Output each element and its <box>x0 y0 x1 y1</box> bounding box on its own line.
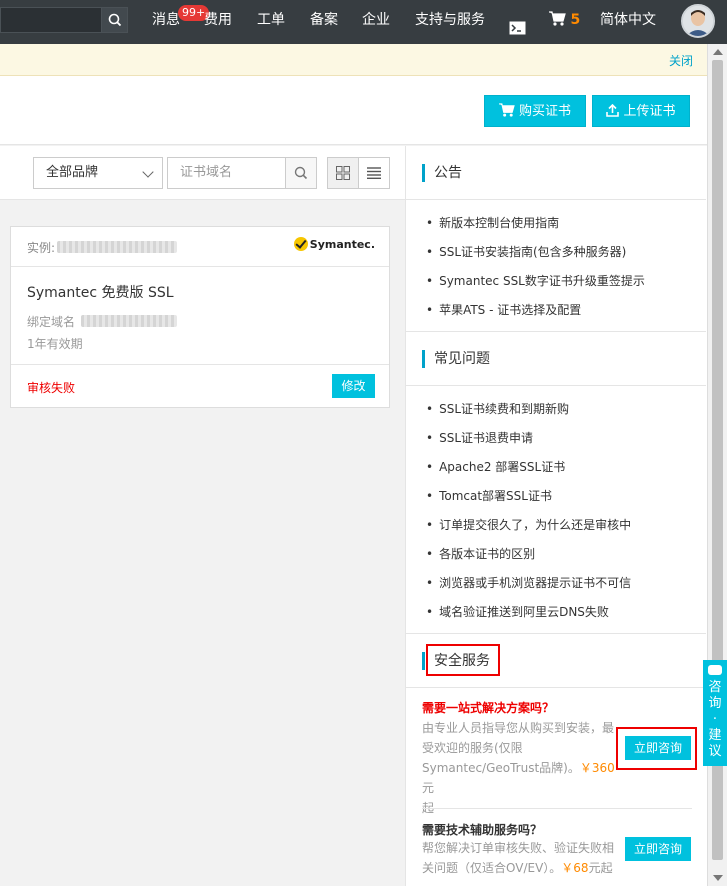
consult-feedback-widget[interactable]: 咨 询 · 建 议 <box>703 660 727 766</box>
service-one-desc-line: 由专业人员指导您从购买到安装，最 <box>422 721 615 735</box>
faq-link[interactable]: SSL证书续费和到期新购 <box>426 400 569 417</box>
scroll-up-arrow-icon[interactable] <box>713 49 723 55</box>
announcements-title: 公告 <box>422 164 462 182</box>
service-two-price: ￥68 <box>561 861 589 875</box>
divider <box>422 808 692 809</box>
highlight-box <box>616 727 697 770</box>
service-one-desc-line: 受欢迎的服务(仅限 <box>422 741 523 755</box>
chat-icon <box>708 665 722 675</box>
service-two-price-unit: 元起 <box>588 861 613 875</box>
upload-certificate-button[interactable]: 上传证书 <box>592 95 690 127</box>
announcement-link[interactable]: 新版本控制台使用指南 <box>426 214 559 231</box>
search-icon <box>108 13 122 27</box>
nav-filing[interactable]: 备案 <box>310 0 338 44</box>
divider <box>406 687 706 688</box>
nav-billing[interactable]: 费用 <box>204 0 232 44</box>
widget-char: 建 <box>708 728 722 743</box>
language-switch[interactable]: 简体中文 <box>600 0 656 44</box>
notice-bar: 关闭 <box>0 44 707 76</box>
grid-icon <box>336 166 350 180</box>
service-one-desc-text: Symantec/GeoTrust品牌)。 <box>422 761 580 775</box>
chevron-down-icon <box>142 166 154 178</box>
card-footer: 审核失败 修改 <box>11 364 389 407</box>
faq-link[interactable]: 浏览器或手机浏览器提示证书不可信 <box>426 574 631 591</box>
service-one-description: 由专业人员指导您从购买到安装，最 受欢迎的服务(仅限 Symantec/GeoT… <box>422 718 622 818</box>
check-icon <box>293 237 308 251</box>
bound-domain-label: 绑定域名 <box>27 315 76 329</box>
service-two-desc-line: 帮您解决订单审核失败、验证失败相 <box>422 841 615 855</box>
nav-support[interactable]: 支持与服务 <box>415 0 485 44</box>
page-toolbar: 购买证书 上传证书 <box>0 76 707 145</box>
brand-select[interactable]: 全部品牌 <box>33 157 163 189</box>
announcement-link[interactable]: Symantec SSL数字证书升级重签提示 <box>426 272 645 289</box>
edit-button[interactable]: 修改 <box>332 374 375 398</box>
nav-tickets[interactable]: 工单 <box>257 0 285 44</box>
status-badge: 审核失败 <box>27 381 76 395</box>
filter-bar: 全部品牌 证书域名 <box>0 146 405 200</box>
cart-button[interactable]: 5 <box>549 0 580 44</box>
faq-link[interactable]: 域名验证推送到阿里云DNS失败 <box>426 603 609 620</box>
announcement-link[interactable]: 苹果ATS - 证书选择及配置 <box>426 301 581 318</box>
card-header: 实例: Symantec. <box>11 227 389 267</box>
notice-close-link[interactable]: 关闭 <box>669 52 693 69</box>
cart-icon <box>499 103 515 117</box>
widget-char: 议 <box>708 744 722 759</box>
buy-certificate-label: 购买证书 <box>518 104 571 119</box>
highlight-box <box>426 644 500 676</box>
search-icon <box>294 166 308 180</box>
divider <box>406 199 706 200</box>
divider <box>406 633 706 634</box>
buy-certificate-button[interactable]: 购买证书 <box>484 95 586 127</box>
service-two-description: 帮您解决订单审核失败、验证失败相 关问题（仅适合OV/EV）。￥68元起 <box>422 838 622 878</box>
faq-title: 常见问题 <box>422 350 490 368</box>
list-icon <box>367 167 381 179</box>
cart-count: 5 <box>570 12 581 28</box>
grid-view-toggle[interactable] <box>327 157 359 189</box>
upload-certificate-label: 上传证书 <box>623 104 676 119</box>
widget-char: 询 <box>708 696 722 711</box>
faq-link[interactable]: Apache2 部署SSL证书 <box>426 458 565 475</box>
widget-dot: · <box>712 712 718 727</box>
product-name: Symantec 免费版 SSL <box>27 285 174 301</box>
service-two-desc-line: 关问题（仅适合OV/EV）。￥68元起 <box>422 858 622 878</box>
service-one-price-unit: 元 <box>422 781 435 795</box>
nav-enterprise[interactable]: 企业 <box>362 0 390 44</box>
faq-link[interactable]: Tomcat部署SSL证书 <box>426 487 552 504</box>
cart-icon <box>549 11 566 26</box>
service-two-desc-text: 关问题（仅适合OV/EV）。 <box>422 861 562 875</box>
divider <box>406 385 706 386</box>
avatar[interactable] <box>681 4 715 38</box>
faq-link[interactable]: 订单提交很久了，为什么还是审核中 <box>426 516 631 533</box>
instance-label: 实例: <box>27 241 56 255</box>
faq-link[interactable]: SSL证书退费申请 <box>426 429 533 446</box>
bound-domain-redacted <box>81 315 177 327</box>
symantec-logo: Symantec. <box>293 237 375 251</box>
list-view-toggle[interactable] <box>358 157 390 189</box>
scroll-down-arrow-icon[interactable] <box>713 875 723 881</box>
service-two-title: 需要技术辅助服务吗？ <box>422 823 543 837</box>
service-one-desc-line: Symantec/GeoTrust品牌)。￥360 元 <box>422 758 622 798</box>
nav-messages[interactable]: 消息 <box>152 0 180 44</box>
widget-char: 咨 <box>708 680 722 695</box>
instance-id-redacted <box>57 241 177 253</box>
divider <box>406 331 706 332</box>
service-one-title: 需要一站式解决方案吗？ <box>422 701 555 715</box>
domain-search-button[interactable] <box>285 157 317 189</box>
brand-select-value: 全部品牌 <box>46 165 99 180</box>
domain-search-input[interactable]: 证书域名 <box>167 157 286 189</box>
announcement-link[interactable]: SSL证书安装指南(包含多种服务器) <box>426 243 626 260</box>
right-sidebar: 公告 新版本控制台使用指南 SSL证书安装指南(包含多种服务器) Symante… <box>405 146 707 886</box>
symantec-logo-text: Symantec. <box>309 238 375 251</box>
upload-icon <box>606 103 620 117</box>
service-one-price: ￥360 <box>579 761 615 775</box>
certificate-list-area: 全部品牌 证书域名 实例: Symantec. Symantec 免费版 SSL… <box>0 146 405 886</box>
global-search-button[interactable] <box>101 7 128 33</box>
certificate-card: 实例: Symantec. Symantec 免费版 SSL 绑定域名 1年有效… <box>10 226 390 408</box>
faq-link[interactable]: 各版本证书的区别 <box>426 545 535 562</box>
validity-period: 1年有效期 <box>27 337 83 351</box>
terminal-icon[interactable] <box>509 11 526 35</box>
consult-button[interactable]: 立即咨询 <box>625 837 691 861</box>
top-navbar: 消息 99+ 费用 工单 备案 企业 支持与服务 5 简体中文 <box>0 0 727 44</box>
